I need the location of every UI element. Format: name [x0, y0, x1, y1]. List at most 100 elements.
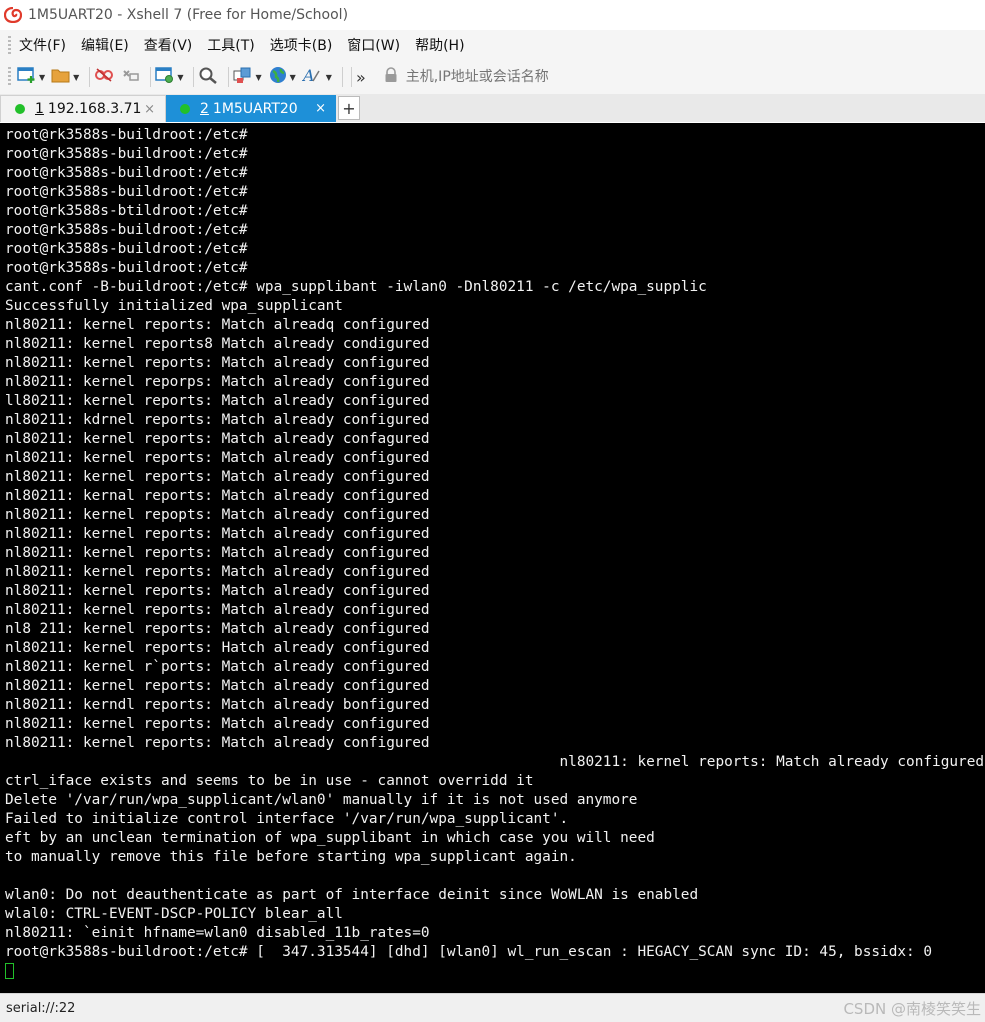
terminal-line: wlal0: CTRL-EVENT-DSCP-POLICY blear_all	[5, 906, 343, 922]
chevron-down-icon[interactable]: ▼	[39, 73, 45, 82]
transfer-button[interactable]: ▼	[233, 65, 262, 89]
menu-view[interactable]: 查看(V)	[144, 35, 193, 55]
terminal-line: cant.conf -B-buildroot:/etc# wpa_supplib…	[5, 279, 707, 295]
terminal-line: Failed to initialize control interface '…	[5, 811, 569, 827]
terminal-line: root@rk3588s-buildroot:/etc#	[5, 222, 248, 238]
toolbar-separator	[150, 67, 152, 87]
terminal-line: nl80211: kernel reports: Hatch already c…	[5, 640, 430, 656]
terminal-line: to manually remove this file before star…	[5, 849, 577, 865]
terminal-area[interactable]: root@rk3588s-buildroot:/etc# root@rk3588s…	[0, 123, 985, 993]
session-tab-bar: 1 192.168.3.71 × 2 1M5UART20 × +	[0, 94, 985, 122]
terminal-line: nl80211: kernel reports: Match already c…	[5, 545, 430, 561]
menu-help[interactable]: 帮助(H)	[415, 35, 464, 55]
disconnect-button[interactable]	[94, 65, 114, 89]
close-icon[interactable]: ×	[315, 101, 326, 116]
tab-number: 2	[200, 100, 209, 117]
terminal-line: Delete '/var/run/wpa_supplicant/wlan0' m…	[5, 792, 638, 808]
terminal-line: nl80211: kernel repopts: Match already c…	[5, 507, 430, 523]
reconnect-icon	[120, 66, 140, 88]
terminal-line: nl80211: kdrnel reports: Match already c…	[5, 412, 430, 428]
terminal-line: root@rk3588s-btildroot:/etc#	[5, 203, 248, 219]
new-session-button[interactable]: ▼	[17, 65, 45, 89]
terminal-line: root@rk3588s-buildroot:/etc# [ 347.31354…	[5, 944, 933, 960]
find-icon	[198, 66, 218, 88]
menu-bar: 文件(F) 编辑(E) 查看(V) 工具(T) 选项卡(B) 窗口(W) 帮助(…	[0, 30, 985, 60]
more-icon: »	[355, 67, 366, 87]
terminal-line: Successfully initialized wpa_supplicant	[5, 298, 343, 314]
chevron-down-icon[interactable]: ▼	[73, 73, 79, 82]
terminal-line: nl80211: kernel reports: Match already c…	[5, 678, 430, 694]
terminal-line: nl80211: kernel reports: Match alreadq c…	[5, 317, 430, 333]
chevron-down-icon[interactable]: ▼	[255, 73, 261, 82]
terminal-line: nl80211: kernel reports: Match already c…	[5, 526, 430, 542]
terminal-line: eft by an unclean termination of wpa_sup…	[5, 830, 655, 846]
properties-button[interactable]: ▼	[155, 65, 183, 89]
chevron-down-icon[interactable]: ▼	[290, 73, 296, 82]
terminal-line: nl8 211: kernel reports: Match already c…	[5, 621, 430, 637]
tab-session-1[interactable]: 1 192.168.3.71 ×	[0, 95, 166, 122]
font-button[interactable]: A ▼	[301, 65, 332, 89]
globe-button[interactable]: ▼	[268, 65, 296, 89]
new-tab-button[interactable]: +	[338, 96, 360, 120]
toolbar-grip	[8, 67, 11, 87]
terminal-line: root@rk3588s-buildroot:/etc#	[5, 146, 248, 162]
tab-number: 1	[35, 101, 44, 117]
chevron-down-icon[interactable]: ▼	[177, 73, 183, 82]
toolbar-separator	[228, 67, 230, 87]
terminal-line: root@rk3588s-buildroot:/etc#	[5, 260, 248, 276]
address-bar[interactable]	[384, 65, 904, 89]
menu-tools[interactable]: 工具(T)	[207, 35, 254, 55]
window-title: 1M5UART20 - Xshell 7 (Free for Home/Scho…	[28, 7, 349, 23]
terminal-line: nl80211: kernel r`ports: Match already c…	[5, 659, 430, 675]
connected-status-icon	[180, 103, 190, 114]
open-folder-icon	[51, 66, 71, 88]
toolbar-overflow-button[interactable]: »	[356, 65, 366, 89]
terminal-line: nl80211: kernel reports: Match already c…	[5, 450, 430, 466]
xshell-logo-icon	[4, 6, 22, 24]
terminal-line: nl80211: kernel reports8 Match already c…	[5, 336, 430, 352]
toolbar-separator	[350, 67, 352, 87]
terminal-cursor	[5, 963, 14, 979]
terminal-line: nl80211: kernel reports: Match already c…	[5, 583, 430, 599]
terminal-line: nl80211: kernel reports: Match already c…	[5, 431, 430, 447]
close-icon[interactable]: ×	[144, 102, 155, 117]
terminal-line: nl80211: kernel reports: Match already c…	[5, 716, 430, 732]
terminal-line: wlan0: Do not deauthenticate as part of …	[5, 887, 699, 903]
terminal-line: nl80211: kernel reports: Match already c…	[5, 564, 430, 580]
terminal-line: ll80211: kernel reports: Match already c…	[5, 393, 430, 409]
menu-file[interactable]: 文件(F)	[19, 35, 66, 55]
terminal-line: nl80211: kernel reports: Match already c…	[5, 602, 430, 618]
title-bar: 1M5UART20 - Xshell 7 (Free for Home/Scho…	[0, 0, 985, 31]
menu-window[interactable]: 窗口(W)	[347, 35, 400, 55]
terminal-line: nl80211: kernel reports: Match already c…	[5, 469, 430, 485]
tab-session-2[interactable]: 2 1M5UART20 ×	[166, 95, 336, 122]
menu-tabs[interactable]: 选项卡(B)	[270, 35, 333, 55]
terminal-line: nl80211: kernel reports: Match already c…	[5, 355, 430, 371]
terminal-line: nl80211: kernel reports: Match already c…	[5, 735, 430, 751]
watermark: CSDN @南棱笑笑生	[843, 999, 981, 1018]
toolbar-separator	[89, 67, 91, 87]
chevron-down-icon[interactable]: ▼	[326, 73, 332, 82]
toolbar-separator	[193, 67, 195, 87]
globe-icon	[268, 66, 288, 88]
toolbar-separator	[341, 67, 343, 87]
terminal-output: root@rk3588s-buildroot:/etc# root@rk3588s…	[0, 123, 985, 981]
reconnect-button[interactable]	[120, 65, 140, 89]
open-button[interactable]: ▼	[51, 65, 79, 89]
new-session-icon	[17, 66, 37, 88]
connected-status-icon	[15, 104, 25, 114]
menu-grip	[8, 36, 11, 54]
tab-label: 1M5UART20	[212, 100, 298, 117]
disconnect-icon	[94, 66, 114, 88]
menu-edit[interactable]: 编辑(E)	[81, 35, 129, 55]
find-button[interactable]	[198, 65, 218, 89]
lock-icon	[384, 67, 398, 87]
terminal-line: root@rk3588s-buildroot:/etc#	[5, 241, 248, 257]
terminal-line: nl80211: kerndl reports: Match already b…	[5, 697, 430, 713]
toolbar: ▼ ▼ ▼ ▼ ▼ A ▼ » 主机,IP地址或会话名称	[0, 60, 985, 95]
terminal-line: nl80211: kernel reporps: Match already c…	[5, 374, 430, 390]
address-input[interactable]	[403, 68, 888, 86]
terminal-line: root@rk3588s-buildroot:/etc#	[5, 127, 248, 143]
status-bar: serial://:22 CSDN @南棱笑笑生	[0, 993, 985, 1022]
